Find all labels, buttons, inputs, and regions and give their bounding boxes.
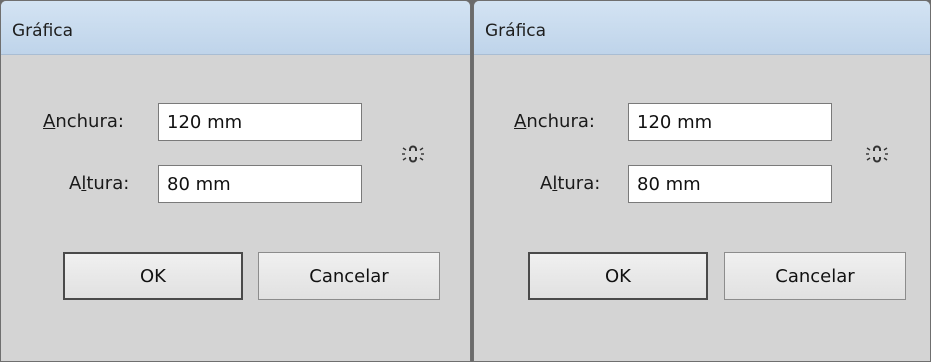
cancel-button[interactable]: Cancelar	[724, 252, 906, 300]
cancel-button[interactable]: Cancelar	[258, 252, 440, 300]
height-label: Altura:	[540, 173, 600, 195]
height-input[interactable]	[158, 165, 362, 203]
dialog-title: Gráfica	[485, 21, 547, 41]
ok-button[interactable]: OK	[528, 252, 708, 300]
broken-chain-link-icon[interactable]	[401, 142, 425, 166]
width-label-mnemonic: A	[43, 111, 56, 132]
height-label-text: tura:	[557, 173, 601, 194]
height-label-prefix: A	[69, 173, 82, 194]
height-input[interactable]	[628, 165, 832, 203]
graphic-dialog-2: Gráfica Anchura: Altura: OK Cancelar	[473, 0, 931, 362]
graphic-dialog-1: Gráfica Anchura: Altura: OK Cancelar	[0, 0, 471, 362]
broken-chain-link-icon[interactable]	[865, 142, 889, 166]
width-label-text: nchura:	[55, 111, 124, 132]
height-label-prefix: A	[540, 173, 553, 194]
title-bar[interactable]: Gráfica	[1, 1, 470, 55]
height-label-text: tura:	[86, 173, 130, 194]
width-label-mnemonic: A	[514, 111, 527, 132]
width-input[interactable]	[628, 103, 832, 141]
width-label: Anchura:	[43, 111, 124, 133]
dialog-title: Gráfica	[12, 21, 74, 41]
width-input[interactable]	[158, 103, 362, 141]
width-label: Anchura:	[514, 111, 595, 133]
title-bar[interactable]: Gráfica	[474, 1, 930, 55]
ok-button[interactable]: OK	[63, 252, 243, 300]
width-label-text: nchura:	[526, 111, 595, 132]
height-label: Altura:	[69, 173, 129, 195]
